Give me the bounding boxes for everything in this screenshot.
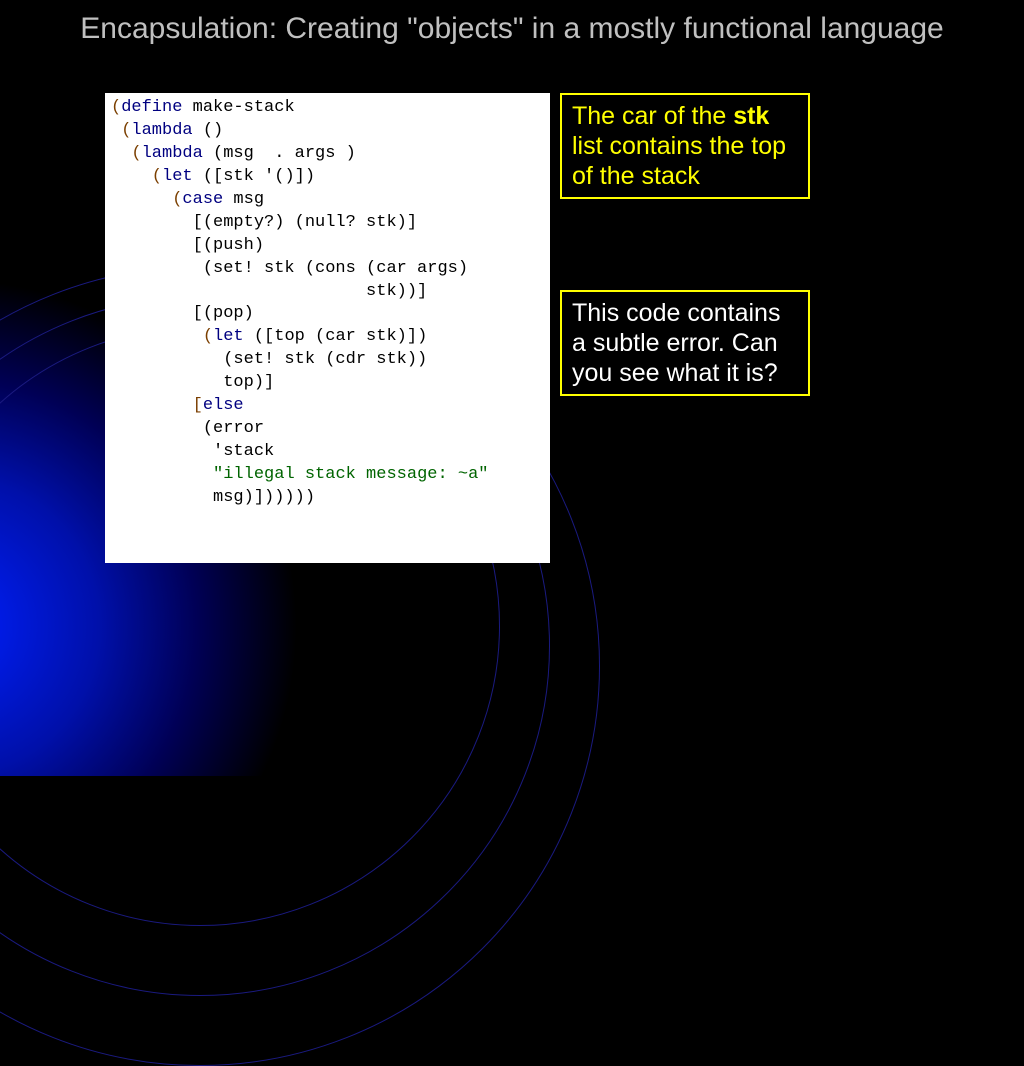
slide-title: Encapsulation: Creating "objects" in a m… (0, 10, 1024, 48)
note-box-2: This code contains a subtle error. Can y… (560, 290, 810, 396)
note-box-1: The car of the stk list contains the top… (560, 93, 810, 199)
code-block: (define make-stack (lambda () (lambda (m… (105, 93, 550, 563)
